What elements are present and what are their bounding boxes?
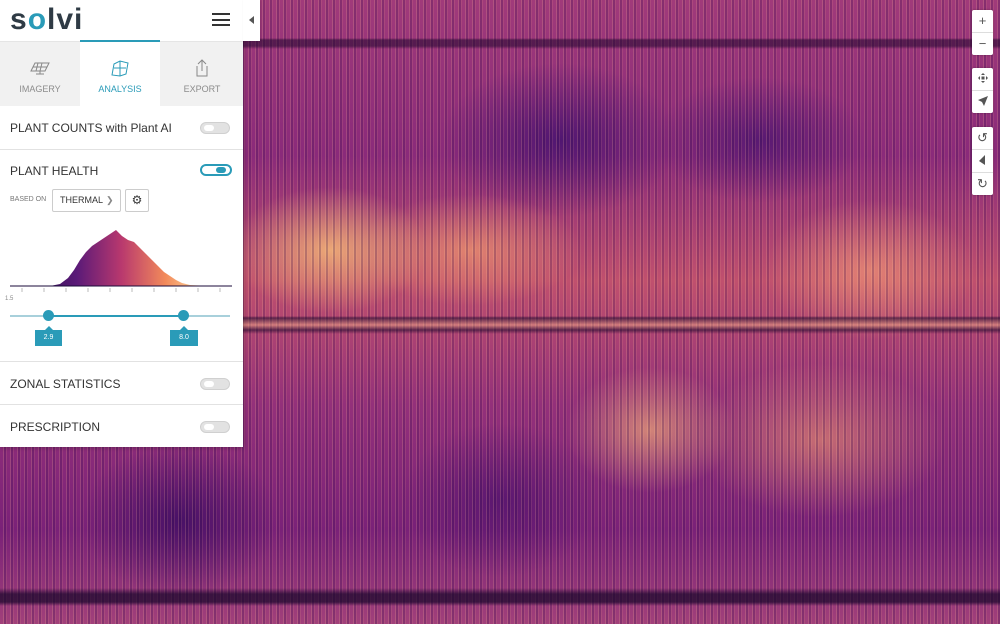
zonal-statistics-section: ZONAL STATISTICS	[0, 362, 243, 405]
range-low-value: 2.9	[35, 326, 62, 346]
rotate-right-icon[interactable]: ↻	[972, 173, 993, 195]
range-high-handle[interactable]	[178, 310, 189, 321]
zoom-controls: + −	[972, 10, 993, 55]
plant-counts-toggle[interactable]	[200, 122, 230, 134]
export-icon	[196, 59, 208, 77]
rotate-left-icon[interactable]: ↺	[972, 127, 993, 150]
tab-export[interactable]: EXPORT	[162, 42, 242, 106]
based-on-label: BASED ON	[10, 196, 47, 203]
compass-icon[interactable]	[972, 150, 993, 173]
solvi-logo: solvi	[10, 3, 84, 36]
hamburger-menu-icon[interactable]	[212, 13, 230, 26]
range-slider-fill	[48, 315, 184, 317]
pan-icon[interactable]	[972, 68, 993, 91]
zonal-statistics-toggle[interactable]	[200, 378, 230, 390]
based-on-dropdown[interactable]: THERMAL ❯	[52, 189, 121, 212]
collapse-panel-button[interactable]	[243, 0, 260, 41]
prescription-title: PRESCRIPTION	[10, 420, 101, 434]
chevron-right-icon: ❯	[106, 195, 114, 205]
range-low-handle[interactable]	[43, 310, 54, 321]
plant-health-toggle[interactable]	[200, 164, 232, 176]
based-on-value: THERMAL	[60, 195, 104, 205]
gear-icon[interactable]: ⚙	[125, 189, 149, 212]
navigation-controls	[972, 68, 993, 113]
plant-health-title: PLANT HEALTH	[10, 164, 99, 178]
range-high-value: 8.0	[170, 326, 198, 346]
tab-imagery-label: IMAGERY	[19, 84, 61, 94]
panel-header: solvi	[0, 0, 243, 42]
histogram-min-label: 1.5	[5, 296, 14, 302]
rotation-controls: ↺ ↻	[972, 127, 993, 195]
prescription-toggle[interactable]	[200, 421, 230, 433]
zoom-out-button[interactable]: −	[972, 33, 993, 55]
tab-imagery[interactable]: IMAGERY	[0, 42, 80, 106]
locate-arrow-icon[interactable]	[972, 91, 993, 113]
tab-analysis[interactable]: ANALYSIS	[80, 40, 160, 108]
solar-panel-icon	[30, 62, 50, 75]
prescription-section: PRESCRIPTION	[0, 405, 243, 447]
plant-counts-section: PLANT COUNTS with Plant AI	[0, 106, 243, 150]
panel-tabs: IMAGERY ANALYSIS EXPORT	[0, 40, 243, 108]
tab-analysis-label: ANALYSIS	[98, 84, 142, 94]
zonal-statistics-title: ZONAL STATISTICS	[10, 377, 121, 391]
value-histogram	[10, 230, 232, 292]
plant-counts-title: PLANT COUNTS with Plant AI	[10, 121, 172, 135]
analysis-side-panel: solvi IMAGERY ANALYSIS EXPORT PLANT COUN…	[0, 0, 243, 447]
map-layers-icon	[111, 60, 129, 77]
zoom-in-button[interactable]: +	[972, 10, 993, 33]
tab-export-label: EXPORT	[183, 84, 221, 94]
